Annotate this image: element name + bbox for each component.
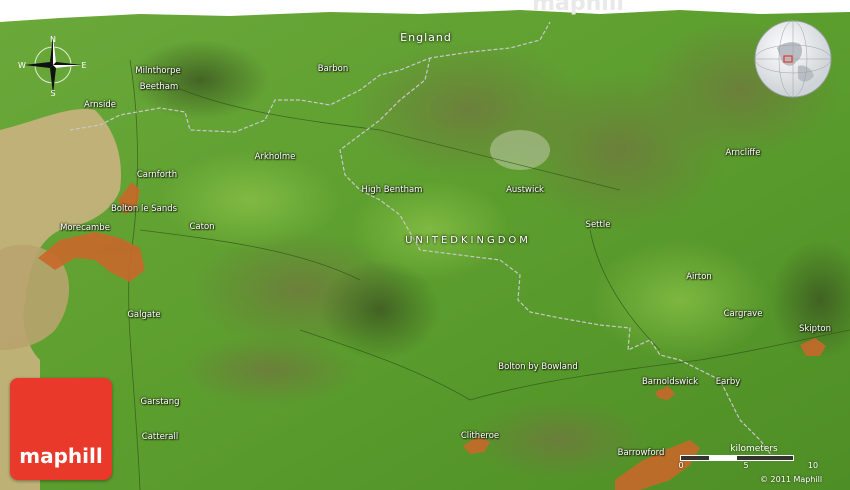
compass-n: N xyxy=(50,35,56,44)
logo-text: maphill xyxy=(19,444,103,468)
place-label[interactable]: Barnoldswick xyxy=(642,377,698,387)
country-label: UNITEDKINGDOM xyxy=(405,235,531,246)
compass-s: S xyxy=(50,89,55,98)
scale-tick: 10 xyxy=(807,461,819,470)
place-label[interactable]: Caton xyxy=(189,222,214,232)
copyright-text: © 2011 Maphill xyxy=(760,475,823,484)
region-label: England xyxy=(400,31,452,44)
place-label[interactable]: Carnforth xyxy=(137,170,177,180)
map-canvas[interactable]: maphill N S W E Milnthorpe Beetham Arnsi… xyxy=(0,0,850,490)
place-label[interactable]: Skipton xyxy=(799,324,831,334)
place-label[interactable]: High Bentham xyxy=(362,185,423,195)
place-label[interactable]: Settle xyxy=(586,220,611,230)
place-label[interactable]: Austwick xyxy=(506,185,544,195)
scale-bar-graphic xyxy=(680,455,794,461)
maphill-logo[interactable]: maphill xyxy=(10,378,112,480)
place-label[interactable]: Arkholme xyxy=(255,152,296,162)
scale-tick: 0 xyxy=(678,461,684,470)
scale-tick: 5 xyxy=(743,461,749,470)
place-label[interactable]: Earby xyxy=(716,377,741,387)
compass-e: E xyxy=(81,61,86,70)
scale-bar: kilometers 0 5 10 xyxy=(674,444,824,474)
place-label[interactable]: Catterall xyxy=(142,432,178,442)
place-label[interactable]: Bolton by Bowland xyxy=(498,362,577,372)
compass-rose-icon: N S W E xyxy=(18,35,86,98)
place-label[interactable]: Cargrave xyxy=(724,309,763,319)
place-label[interactable]: Barrowford xyxy=(618,448,665,458)
place-label[interactable]: Airton xyxy=(686,272,712,282)
watermark-brand: maphill xyxy=(532,0,624,16)
place-label[interactable]: Arncliffe xyxy=(725,148,760,158)
place-label[interactable]: Barbon xyxy=(318,64,349,74)
place-label[interactable]: Garstang xyxy=(140,397,179,407)
globe-locator-icon xyxy=(754,20,832,98)
place-label[interactable]: Morecambe xyxy=(60,223,110,233)
place-label[interactable]: Arnside xyxy=(84,100,116,110)
place-label[interactable]: Beetham xyxy=(140,82,179,92)
place-label[interactable]: Milnthorpe xyxy=(135,66,180,76)
place-label[interactable]: Bolton le Sands xyxy=(111,204,177,214)
scale-unit-label: kilometers xyxy=(730,444,778,454)
place-label[interactable]: Clitheroe xyxy=(461,431,499,441)
place-label[interactable]: Galgate xyxy=(127,310,160,320)
compass-w: W xyxy=(18,61,26,70)
